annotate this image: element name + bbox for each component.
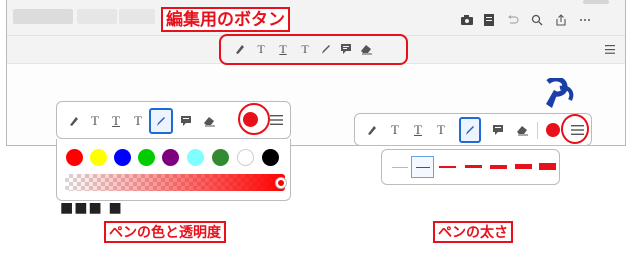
highlighter-icon[interactable]: [67, 114, 81, 128]
comment-icon[interactable]: [179, 114, 193, 128]
eraser-icon[interactable]: [515, 123, 529, 137]
divider: [537, 122, 538, 139]
highlighter-icon[interactable]: [365, 123, 379, 137]
blurred-title: [119, 9, 155, 24]
edit-buttons-label: 編集用のボタン: [161, 7, 290, 32]
pen-icon-selected[interactable]: [459, 117, 481, 143]
color-swatch-blue[interactable]: [114, 149, 131, 166]
text-icon[interactable]: T: [434, 122, 448, 138]
color-swatch-dark-green[interactable]: [212, 149, 229, 166]
color-swatch-black[interactable]: [262, 149, 279, 166]
undo-icon[interactable]: [505, 12, 521, 28]
comment-icon[interactable]: [491, 123, 505, 137]
color-swatch-cyan[interactable]: [187, 149, 204, 166]
menu-icon[interactable]: [268, 112, 284, 128]
underline-icon[interactable]: T: [411, 122, 425, 138]
title-bar: [7, 0, 625, 36]
share-icon[interactable]: [553, 12, 569, 28]
pen-color-indicator[interactable]: [546, 123, 560, 137]
more-icon[interactable]: [577, 12, 593, 28]
thickness-panel: [381, 149, 560, 185]
strikethrough-icon[interactable]: T: [388, 122, 402, 138]
pen-toolbar-right: T T T: [354, 113, 592, 146]
strikethrough-icon[interactable]: T: [88, 113, 102, 129]
blurred-title: [13, 9, 73, 24]
edit-buttons-highlight: [219, 34, 408, 65]
blurred-title: [77, 9, 117, 24]
background-text: ■■■ ■: [60, 200, 123, 216]
color-swatch-green[interactable]: [138, 149, 155, 166]
window-controls-blur: [583, 0, 609, 4]
opacity-slider-handle[interactable]: [276, 178, 286, 188]
thickness-option-4[interactable]: [465, 165, 482, 168]
document-icon[interactable]: [481, 12, 497, 28]
thickness-option-6[interactable]: [515, 164, 532, 169]
camera-icon[interactable]: [459, 12, 475, 28]
color-palette-panel: [56, 139, 291, 201]
thickness-option-1[interactable]: [392, 167, 408, 168]
underline-icon[interactable]: T: [109, 113, 123, 129]
pen-color-opacity-label: ペンの色と透明度: [104, 221, 226, 243]
thickness-option-3[interactable]: [439, 166, 456, 168]
thickness-option-5[interactable]: [490, 165, 507, 169]
pen-thickness-label: ペンの太さ: [433, 221, 513, 243]
color-button-highlight: [238, 103, 270, 135]
panel-toggle-icon[interactable]: [603, 42, 617, 56]
thickness-option-2-selected[interactable]: [411, 156, 434, 178]
color-swatch-red[interactable]: [66, 149, 83, 166]
search-icon[interactable]: [529, 12, 545, 28]
thickness-menu-highlight: [561, 114, 589, 144]
text-icon[interactable]: T: [131, 113, 145, 129]
color-swatch-purple[interactable]: [162, 149, 179, 166]
pen-icon-selected[interactable]: [149, 108, 173, 134]
eraser-icon[interactable]: [202, 114, 216, 128]
document-logo: [546, 78, 574, 108]
thickness-option-7[interactable]: [539, 163, 556, 170]
color-swatch-white[interactable]: [237, 149, 254, 166]
color-swatch-yellow[interactable]: [90, 149, 107, 166]
opacity-slider[interactable]: [65, 174, 285, 191]
